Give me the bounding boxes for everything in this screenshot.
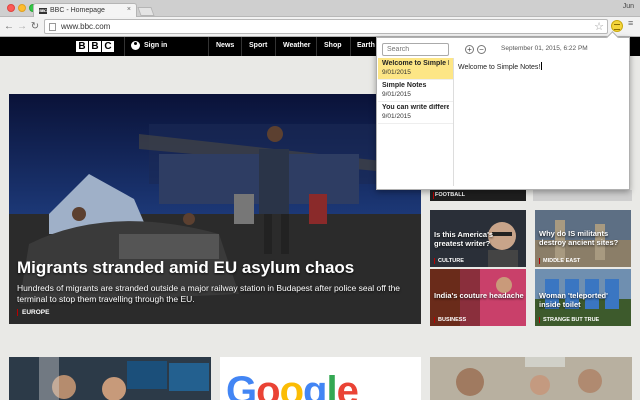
bottom-story-image[interactable] [9,357,211,400]
story-headline[interactable]: Why do IS militants destroy ancient site… [539,229,629,247]
bottom-story-image[interactable] [430,357,632,400]
story-card[interactable]: Why do IS militants destroy ancient site… [535,210,631,267]
story-headline[interactable]: Is this America's greatest writer? [434,230,524,248]
tab-close-icon[interactable]: × [127,6,131,13]
back-icon[interactable]: ← [4,20,14,33]
note-date: 9/01/2015 [382,69,411,76]
sign-in-link[interactable]: Sign in [131,41,167,50]
story-card[interactable]: India's couture headache BUSINESS [430,269,526,326]
new-tab-button[interactable] [137,7,155,16]
crowd-photo [430,357,632,400]
window-close-icon[interactable] [7,4,15,12]
bbc-logo-letter: C [102,41,114,52]
story-headline[interactable]: Woman 'teleported' inside toilet [539,291,629,309]
notes-search-input[interactable] [382,43,449,56]
forward-icon[interactable]: → [17,20,27,33]
nav-shop[interactable]: Shop [324,42,342,49]
page-icon [49,23,56,31]
nav-divider [241,37,242,56]
story-card[interactable]: Is this America's greatest writer? CULTU… [430,210,526,267]
google-letter: l [326,369,337,400]
note-title: Simple Notes [382,82,427,89]
hero-story[interactable]: Migrants stranded amid EU asylum chaos H… [9,94,421,324]
note-title: Welcome to Simple Notes! [382,60,449,67]
bookmark-star-icon[interactable]: ☆ [594,20,604,33]
window-minimize-icon[interactable] [18,4,26,12]
list-item[interactable]: Welcome to Simple Notes! 9/01/2015 [378,58,453,80]
google-letter: o [279,369,304,400]
note-date: 9/01/2015 [382,113,411,120]
note-title: You can write different notes [382,104,449,111]
note-editor[interactable]: Welcome to Simple Notes! [458,62,626,182]
address-text: www.bbc.com [61,22,111,31]
google-logo: Google [226,369,359,400]
browser-tab[interactable]: BBC BBC - Homepage × [33,3,137,17]
browser-tabbar: BBC BBC - Homepage × Jun [0,0,640,17]
bbc-logo[interactable]: B B C [76,41,114,52]
nav-divider [350,37,351,56]
google-letter: e [336,369,359,400]
nav-earth[interactable]: Earth [357,42,375,49]
text-caret [541,62,543,70]
nav-divider [316,37,317,56]
story-image-strip [533,190,632,201]
nav-weather[interactable]: Weather [283,42,311,49]
traders-photo [9,357,211,400]
note-timestamp: September 01, 2015, 6:22 PM [501,45,588,52]
hero-section-tag[interactable]: EUROPE [17,309,49,316]
google-letter: G [226,369,257,400]
sign-in-label: Sign in [144,42,168,49]
reload-icon[interactable]: ↻ [30,20,40,33]
google-letter: o [256,369,280,400]
remove-note-icon[interactable]: − [477,45,486,54]
tab-title: BBC - Homepage [50,7,105,14]
simple-notes-popup: + − September 01, 2015, 6:22 PM Welcome … [376,37,630,190]
nav-sport[interactable]: Sport [249,42,267,49]
bbc-logo-letter: B [76,41,88,52]
note-editor-text: Welcome to Simple Notes! [458,64,541,71]
hero-headline[interactable]: Migrants stranded amid EU asylum chaos [17,258,354,278]
browser-menu-icon[interactable]: ≡ [628,19,636,28]
nav-divider [275,37,276,56]
address-bar[interactable]: www.bbc.com ☆ [44,19,608,34]
notes-list: Welcome to Simple Notes! 9/01/2015 Simpl… [378,58,454,186]
user-icon [131,41,140,50]
football-tag[interactable]: FOOTBALL [430,190,526,201]
note-date: 9/01/2015 [382,91,411,98]
hero-summary: Hundreds of migrants are stranded outsid… [17,283,401,304]
list-item[interactable]: Simple Notes 9/01/2015 [378,80,453,102]
story-section-tag[interactable]: BUSINESS [434,317,466,323]
bbc-favicon-icon: BBC [39,8,47,14]
list-item[interactable]: You can write different notes 9/01/2015 [378,102,453,124]
story-headline[interactable]: India's couture headache [434,291,524,300]
add-note-icon[interactable]: + [465,45,474,54]
google-letter: g [303,369,327,400]
story-card[interactable]: Woman 'teleported' inside toilet STRANGE… [535,269,631,326]
nav-divider [124,37,125,56]
nav-news[interactable]: News [216,42,234,49]
simple-notes-extension-icon[interactable] [611,20,623,32]
browser-toolbar: ← → ↻ www.bbc.com ☆ ≡ [0,17,640,37]
bbc-logo-letter: B [89,41,101,52]
story-section-tag[interactable]: CULTURE [434,258,464,264]
nav-divider [208,37,209,56]
story-section-tag[interactable]: MIDDLE EAST [539,258,580,264]
story-section-tag[interactable]: STRANGE BUT TRUE [539,317,599,323]
profile-name[interactable]: Jun [623,3,634,10]
